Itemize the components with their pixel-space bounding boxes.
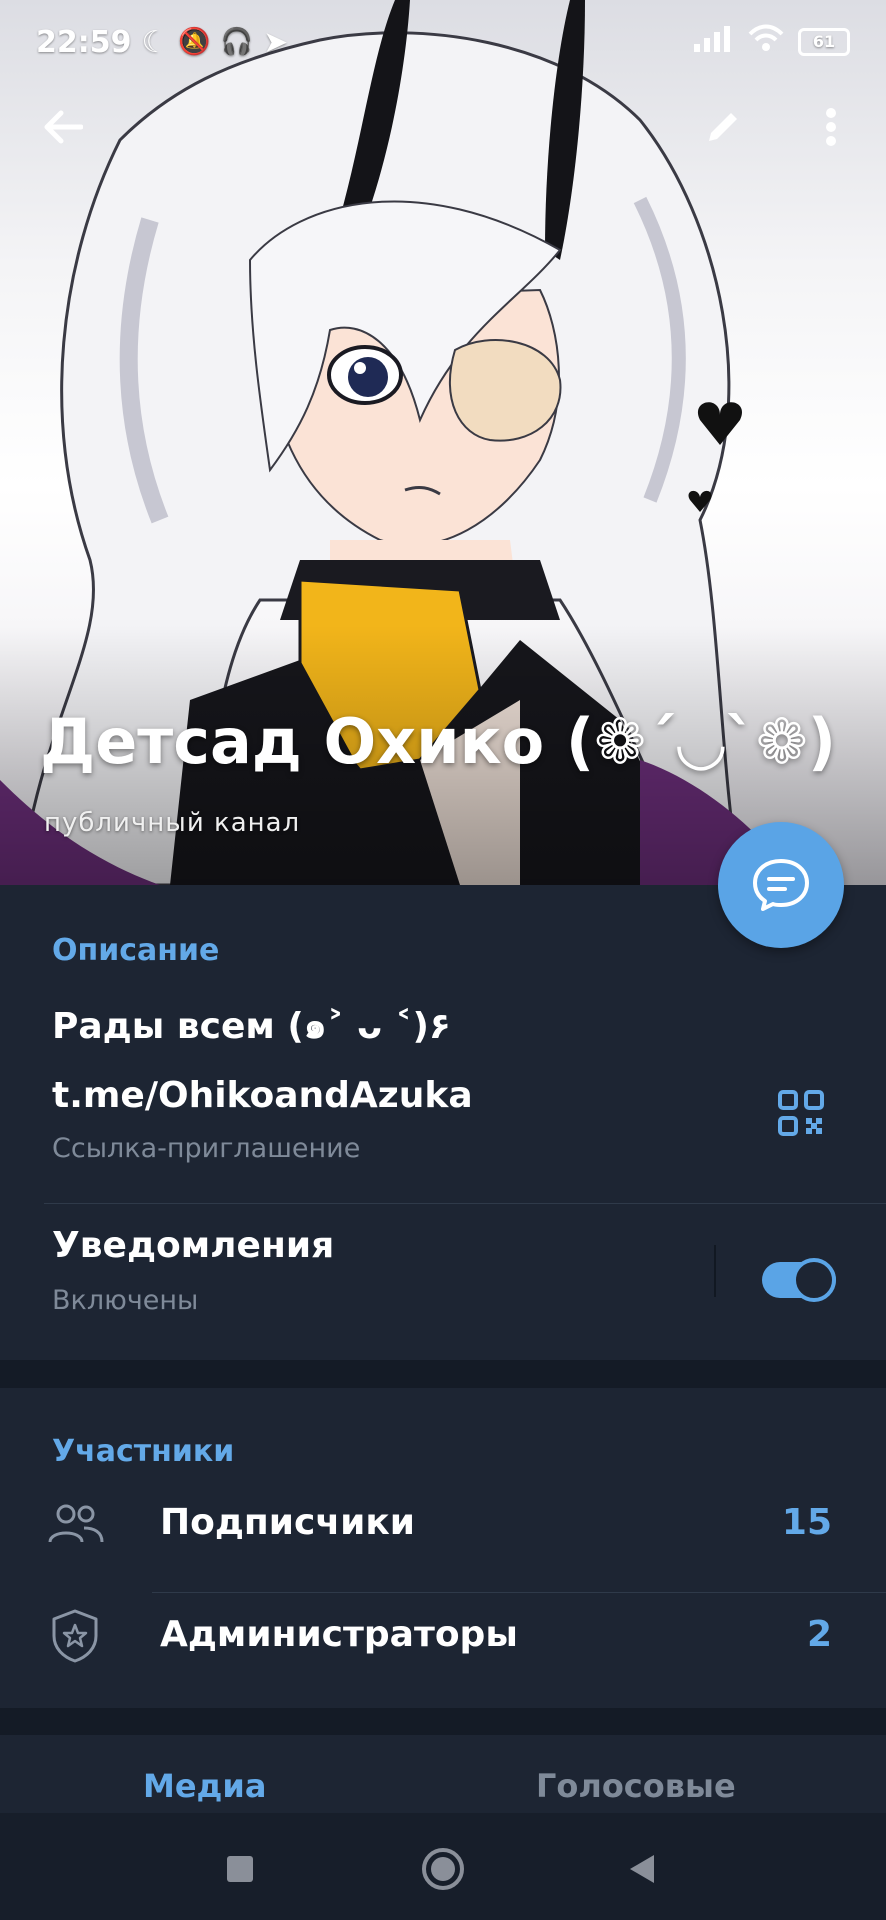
vertical-separator: [714, 1245, 716, 1297]
description-header: Описание: [52, 933, 220, 968]
shield-star-icon: [52, 1609, 98, 1663]
section-gap: [0, 1708, 886, 1735]
subscribers-label: Подписчики: [160, 1502, 415, 1543]
moon-icon: ☾: [141, 24, 169, 60]
invite-link-row[interactable]: t.me/OhikoandAzuka Ссылка-приглашение: [0, 1075, 886, 1185]
subscribers-count: 15: [781, 1502, 832, 1543]
notifications-status: Включены: [52, 1285, 199, 1316]
telegram-icon: ➤: [263, 24, 289, 60]
nav-circle-icon: [422, 1848, 464, 1890]
channel-title: Детсад Охико (❁´◡`❁): [40, 705, 837, 778]
recent-apps-button[interactable]: [210, 1839, 270, 1899]
nav-square-icon: [227, 1856, 253, 1882]
qr-code-button[interactable]: [778, 1090, 828, 1140]
administrators-count: 2: [806, 1614, 832, 1655]
subscribers-row[interactable]: Подписчики 15: [0, 1488, 886, 1588]
comment-icon: [753, 859, 809, 911]
notifications-label: Уведомления: [52, 1225, 335, 1266]
members-section: Участники Подписчики 15 Администраторы 2: [0, 1388, 886, 1708]
administrators-row[interactable]: Администраторы 2: [0, 1598, 886, 1698]
description-text: Рады всем (๑˃ ᴗ ˂)۶: [52, 1006, 451, 1047]
more-vert-icon: [826, 108, 836, 146]
invite-link-caption: Ссылка-приглашение: [52, 1133, 361, 1164]
back-arrow-icon: [44, 110, 83, 144]
edit-button[interactable]: [688, 92, 758, 162]
tab-voice[interactable]: Голосовые: [536, 1767, 736, 1805]
top-app-bar: [0, 92, 886, 162]
headphones-icon: 🎧: [220, 27, 254, 57]
tab-media[interactable]: Медиа: [143, 1767, 266, 1805]
status-bar: 22:59 ☾ 🔕 🎧 ➤ 61: [36, 20, 850, 64]
system-back-button[interactable]: [612, 1839, 672, 1899]
discussion-button[interactable]: [718, 822, 844, 948]
people-icon: [48, 1504, 104, 1543]
back-button[interactable]: [28, 92, 98, 162]
more-options-button[interactable]: [796, 92, 866, 162]
qr-code-icon: [778, 1090, 824, 1136]
notifications-row[interactable]: Уведомления Включены: [0, 1225, 886, 1345]
divider: [44, 1203, 886, 1204]
signal-icon: [694, 24, 734, 60]
home-button[interactable]: [413, 1839, 473, 1899]
notifications-toggle[interactable]: [762, 1258, 836, 1302]
divider: [152, 1592, 886, 1593]
muted-bell-icon: 🔕: [178, 27, 211, 57]
status-time: 22:59: [36, 24, 132, 60]
invite-link[interactable]: t.me/OhikoandAzuka: [52, 1075, 473, 1116]
administrators-label: Администраторы: [160, 1614, 518, 1655]
toggle-knob: [792, 1258, 836, 1302]
battery-indicator: 61: [798, 28, 850, 56]
info-section: Описание Рады всем (๑˃ ᴗ ˂)۶ t.me/Ohikoa…: [0, 885, 886, 1360]
section-gap: [0, 1360, 886, 1388]
members-header: Участники: [52, 1434, 235, 1469]
channel-subtitle: публичный канал: [44, 808, 301, 838]
wifi-icon: [748, 24, 784, 60]
system-navigation-bar: [0, 1813, 886, 1920]
pencil-icon: [709, 113, 737, 141]
nav-back-triangle-icon: [630, 1855, 654, 1883]
media-tabs: Медиа Голосовые: [0, 1735, 886, 1813]
